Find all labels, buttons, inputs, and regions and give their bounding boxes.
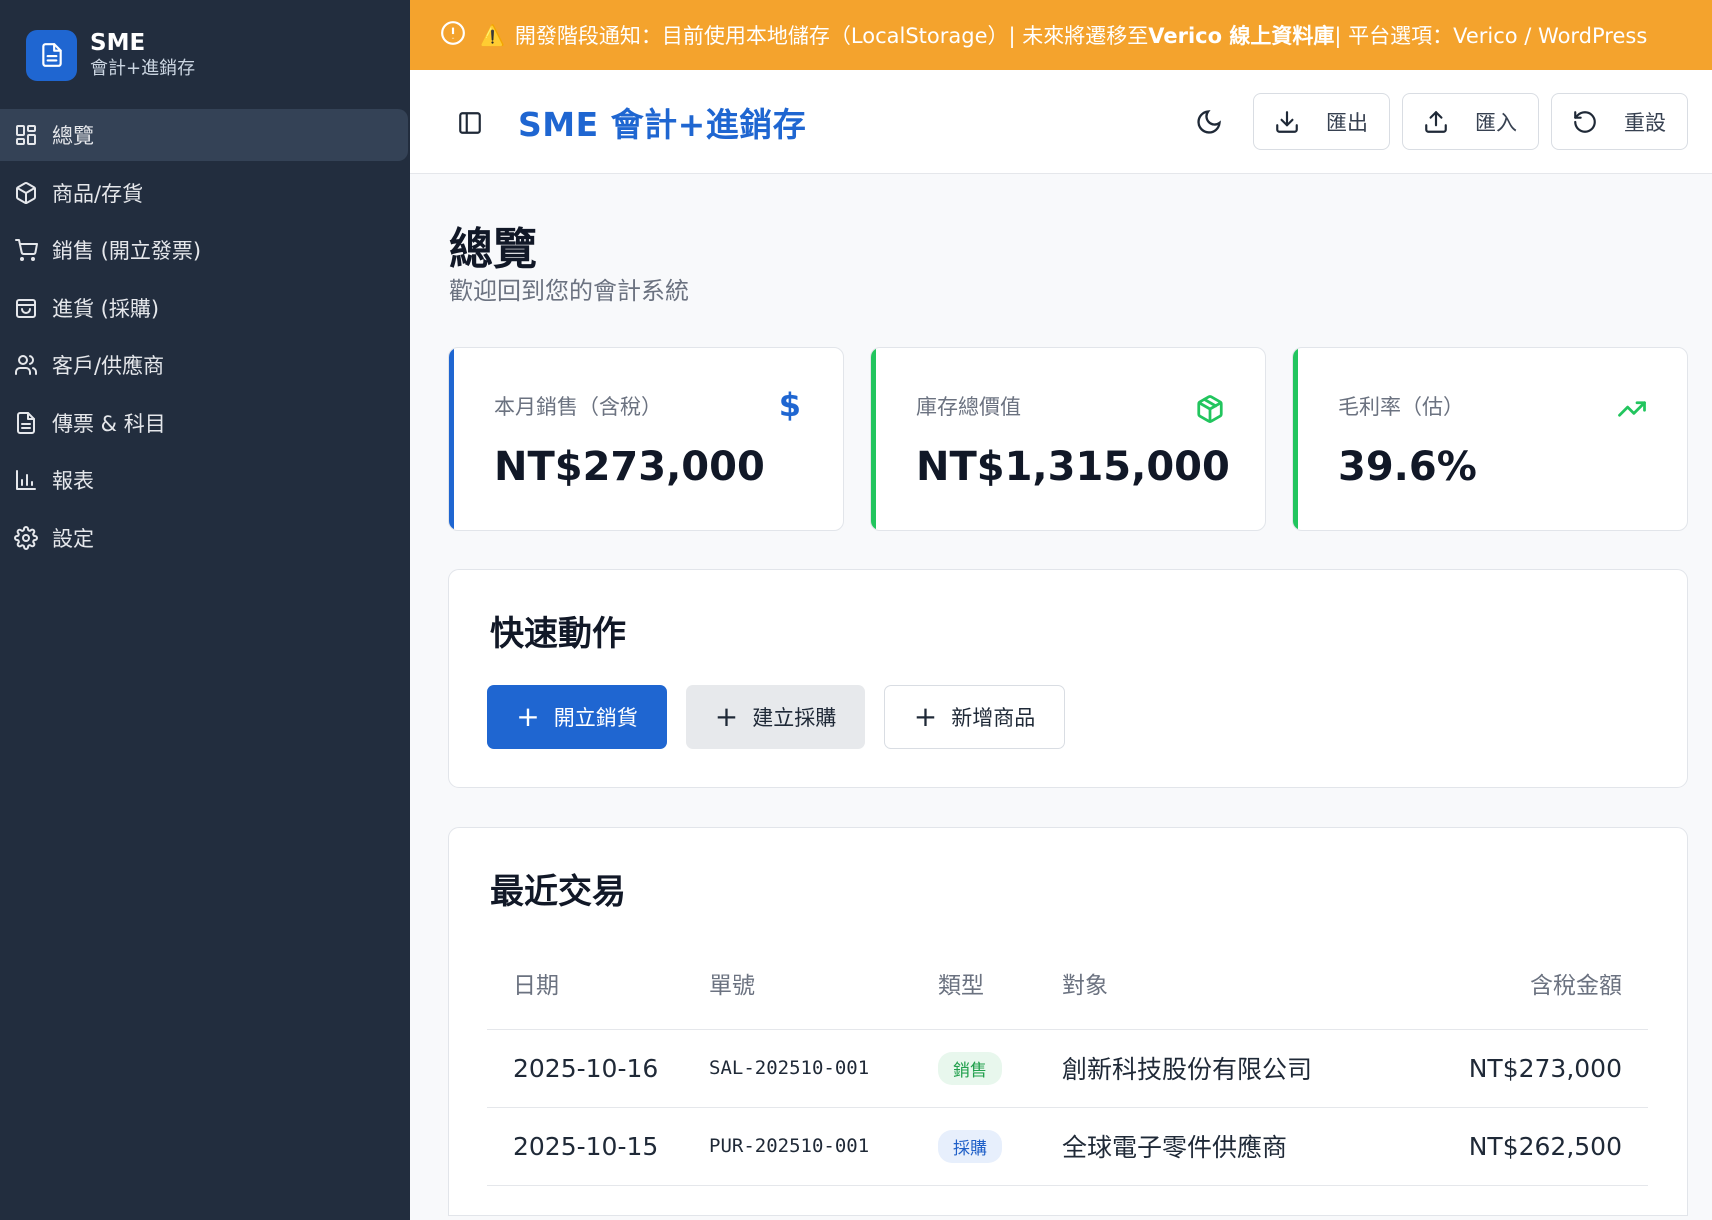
notice-highlight: Verico 線上資料庫 xyxy=(1148,24,1335,48)
gear-icon xyxy=(14,525,38,550)
sidebar-item-label: 總覽 xyxy=(52,124,94,148)
stat-value: NT$1,315,000 xyxy=(916,444,1230,490)
plus-icon: + xyxy=(516,700,540,733)
sidebar-item-purchases[interactable]: 進貨 (採購) xyxy=(0,282,408,334)
type-badge: 銷售 xyxy=(938,1051,1002,1085)
reset-button[interactable]: 重設 xyxy=(1551,93,1688,150)
notice-prefix: 開發階段通知：目前使用本地儲存（LocalStorage）| 未來將遷移至 xyxy=(514,24,1149,48)
reset-label: 重設 xyxy=(1624,110,1666,135)
type-badge: 採購 xyxy=(938,1129,1002,1163)
stat-card-inventory-value: 庫存總價值 NT$1,315,000 xyxy=(870,347,1266,531)
new-purchase-button[interactable]: + 建立採購 xyxy=(686,685,865,749)
notice-suffix: | 平台選項：Verico / WordPress xyxy=(1334,24,1648,48)
column-header-date: 日期 xyxy=(487,938,683,1030)
sidebar-item-contacts[interactable]: 客戶/供應商 xyxy=(0,339,408,391)
add-product-button[interactable]: + 新增商品 xyxy=(884,685,1065,749)
recent-transactions-card: 最近交易 日期 單號 類型 對象 含稅金額 2025-10-16 SAL-202… xyxy=(448,827,1688,1216)
stat-value: 39.6% xyxy=(1338,444,1477,490)
rotate-ccw-icon xyxy=(1574,110,1596,133)
sidebar-item-settings[interactable]: 設定 xyxy=(0,512,408,564)
sidebar-item-label: 銷售 (開立發票) xyxy=(52,239,202,263)
column-header-number: 單號 xyxy=(683,938,912,1030)
sidebar-nav: 總覽 商品/存貨 銷售 (開立發票) 進貨 (採購) 客戶/供應商 傳票 & 科… xyxy=(0,109,410,569)
cell-number: PUR-202510-001 xyxy=(683,1107,912,1186)
stat-label: 毛利率（估） xyxy=(1338,395,1464,419)
sidebar: SME 會計+進銷存 總覽 商品/存貨 銷售 (開立發票) 進貨 (採購) 客戶… xyxy=(0,0,410,1220)
sidebar-item-vouchers[interactable]: 傳票 & 科目 xyxy=(0,397,408,449)
package-icon xyxy=(14,181,38,205)
sidebar-item-reports[interactable]: 報表 xyxy=(0,454,408,506)
import-button[interactable]: 匯入 xyxy=(1402,93,1539,150)
cell-party: 創新科技股份有限公司 xyxy=(1036,1029,1316,1108)
trending-up-icon xyxy=(1617,394,1647,424)
table-row[interactable]: 2025-10-15 PUR-202510-001 採購 全球電子零件供應商 N… xyxy=(487,1107,1648,1186)
moon-icon[interactable] xyxy=(1195,108,1225,138)
users-icon xyxy=(14,353,38,377)
export-label: 匯出 xyxy=(1326,110,1368,135)
dashboard-grid-icon xyxy=(14,123,38,147)
dev-notice-banner: ⚠️ 開發階段通知：目前使用本地儲存（LocalStorage）| 未來將遷移至… xyxy=(410,0,1712,70)
sidebar-item-label: 設定 xyxy=(52,526,94,551)
sidebar-item-label: 傳票 & 科目 xyxy=(52,411,166,436)
sidebar-item-overview[interactable]: 總覽 xyxy=(0,109,408,161)
sidebar-item-label: 報表 xyxy=(52,469,94,493)
document-icon xyxy=(14,411,38,435)
brand-subtitle: 會計+進銷存 xyxy=(90,58,196,79)
sidebar-item-label: 商品/存貨 xyxy=(52,181,144,206)
sidebar-toggle-icon[interactable] xyxy=(457,110,483,136)
stat-card-monthly-sales: 本月銷售（含稅） $ NT$273,000 xyxy=(448,347,844,531)
plus-icon: + xyxy=(714,700,739,733)
cell-type: 銷售 xyxy=(912,1029,1036,1108)
logo-document-icon xyxy=(26,29,77,81)
sidebar-item-label: 進貨 (採購) xyxy=(52,296,160,321)
stat-value: NT$273,000 xyxy=(494,444,765,490)
app-header: SME 會計+進銷存 匯出 匯入 重設 xyxy=(410,70,1712,174)
column-header-type: 類型 xyxy=(912,938,1036,1030)
header-title: SME 會計+進銷存 xyxy=(518,105,807,144)
cell-party: 全球電子零件供應商 xyxy=(1036,1107,1316,1186)
shopping-cart-icon xyxy=(14,238,38,262)
sidebar-item-label: 客戶/供應商 xyxy=(52,354,165,378)
recent-transactions-title: 最近交易 xyxy=(490,872,626,912)
button-label: 開立銷貨 xyxy=(553,706,638,730)
plus-icon: + xyxy=(913,700,938,733)
new-sale-button[interactable]: + 開立銷貨 xyxy=(487,685,667,749)
button-label: 建立採購 xyxy=(752,706,837,730)
table-header-row: 日期 單號 類型 對象 含稅金額 xyxy=(487,938,1648,1030)
page-title: 總覽 xyxy=(449,224,537,275)
column-header-amount: 含稅金額 xyxy=(1316,938,1648,1030)
quick-actions-card: 快速動作 + 開立銷貨 + 建立採購 + 新增商品 xyxy=(448,569,1688,788)
sidebar-item-sales[interactable]: 銷售 (開立發票) xyxy=(0,224,408,276)
import-label: 匯入 xyxy=(1475,110,1517,135)
cell-date: 2025-10-15 xyxy=(487,1107,683,1186)
sidebar-item-products[interactable]: 商品/存貨 xyxy=(0,167,408,219)
warning-icon: ⚠️ xyxy=(480,23,505,47)
export-button[interactable]: 匯出 xyxy=(1253,93,1390,150)
bar-chart-icon xyxy=(14,468,38,492)
cell-date: 2025-10-16 xyxy=(487,1029,683,1108)
cell-number: SAL-202510-001 xyxy=(683,1029,912,1108)
dollar-icon: $ xyxy=(778,386,801,424)
page-subtitle: 歡迎回到您的會計系統 xyxy=(449,277,689,305)
cell-amount: NT$273,000 xyxy=(1316,1029,1648,1108)
stat-card-gross-margin: 毛利率（估） 39.6% xyxy=(1292,347,1688,531)
stat-label: 庫存總價值 xyxy=(916,395,1021,419)
stat-label: 本月銷售（含稅） xyxy=(494,395,662,419)
cell-amount: NT$262,500 xyxy=(1316,1107,1648,1186)
upload-icon xyxy=(1425,110,1447,133)
download-icon xyxy=(1276,110,1298,133)
brand-name: SME xyxy=(90,30,146,56)
package-icon xyxy=(1195,394,1225,424)
transactions-table: 日期 單號 類型 對象 含稅金額 2025-10-16 SAL-202510-0… xyxy=(487,938,1648,1186)
quick-actions-title: 快速動作 xyxy=(490,614,626,654)
brand[interactable]: SME 會計+進銷存 xyxy=(26,29,195,81)
cell-type: 採購 xyxy=(912,1107,1036,1186)
column-header-party: 對象 xyxy=(1036,938,1316,1030)
table-row[interactable]: 2025-10-16 SAL-202510-001 銷售 創新科技股份有限公司 … xyxy=(487,1029,1648,1108)
button-label: 新增商品 xyxy=(951,706,1036,730)
info-circle-icon xyxy=(440,20,466,51)
shopping-bag-icon xyxy=(14,296,38,320)
